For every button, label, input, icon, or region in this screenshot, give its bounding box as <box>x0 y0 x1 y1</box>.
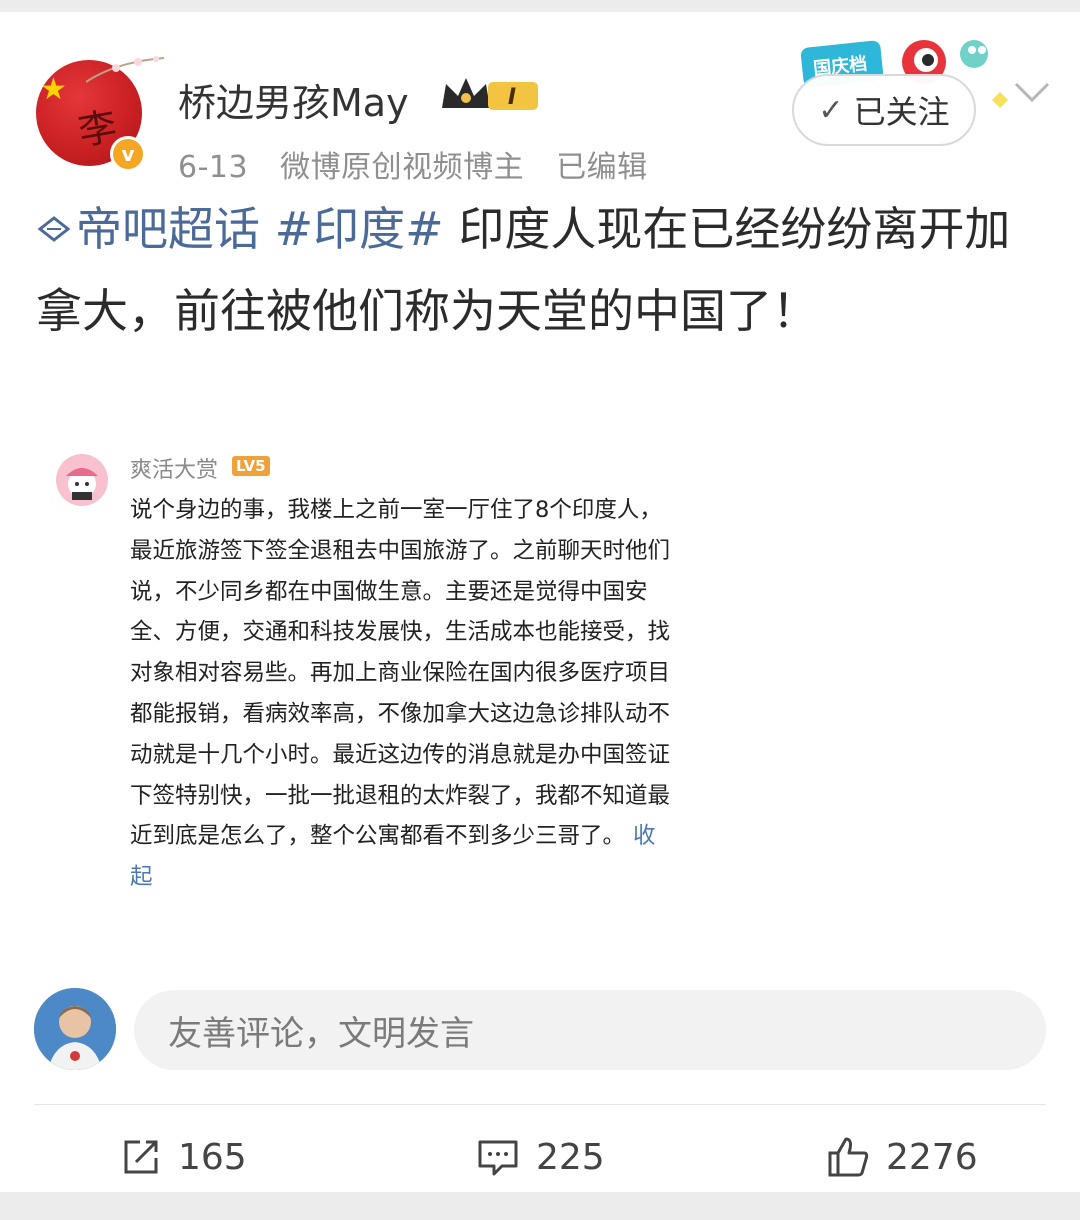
repost-icon <box>124 1140 158 1174</box>
embedded-screenshot-image[interactable]: 爽活大赏 LV5 说个身边的事，我楼上之前一室一厅住了8个印度人，最近旅游签下签… <box>52 442 692 952</box>
author-role: 微博原创视频博主 <box>280 150 525 185</box>
plum-blossom-decoration <box>86 56 165 83</box>
follow-button-label: 已关注 <box>853 93 950 131</box>
weibo-post-card: ★ 李 v 桥边男孩May I 6-13 微博原创视频博主 已编辑 国庆档 ✓ … <box>0 12 1080 1192</box>
supertopic-label: 帝吧超话 <box>76 202 260 256</box>
embedded-username: 爽活大赏 <box>130 458 219 483</box>
comment-count: 225 <box>536 1136 605 1178</box>
comment-placeholder: 友善评论，文明发言 <box>168 1013 474 1054</box>
divider <box>34 1104 1046 1105</box>
hashtag-link[interactable]: #印度# <box>275 202 444 256</box>
like-count: 2276 <box>886 1136 978 1178</box>
embedded-avatar <box>56 454 108 506</box>
supertopic-link[interactable]: 帝吧超话 <box>36 202 260 256</box>
vip-level-text: I <box>508 85 516 110</box>
post-date: 6-13 <box>178 150 249 185</box>
follow-button[interactable]: ✓ 已关注 <box>792 74 976 146</box>
author-avatar[interactable]: ★ 李 v <box>36 56 165 172</box>
star-icon: ★ <box>40 72 67 107</box>
verified-badge-icon: v <box>110 136 146 172</box>
check-icon: ✓ <box>818 92 844 128</box>
embedded-body: 说个身边的事，我楼上之前一室一厅住了8个印度人，最近旅游签下签全退租去中国旅游了… <box>130 490 674 898</box>
comment-icon <box>478 1140 518 1176</box>
current-user-avatar[interactable] <box>34 988 116 1070</box>
thumbs-up-icon <box>828 1137 869 1177</box>
vip-crown-badge-icon[interactable]: I <box>438 72 542 116</box>
comment-button[interactable]: 225 <box>476 1132 605 1182</box>
post-body: 帝吧超话 #印度# 印度人现在已经纷纷离开加拿大，前往被他们称为天堂的中国了！ <box>36 188 1046 352</box>
like-button[interactable]: 2276 <box>826 1132 978 1182</box>
repost-button[interactable]: 165 <box>120 1132 247 1182</box>
comment-input[interactable]: 友善评论，文明发言 <box>134 990 1046 1070</box>
repost-count: 165 <box>178 1136 247 1178</box>
author-username[interactable]: 桥边男孩May <box>178 72 409 127</box>
diamond-icon <box>37 215 71 242</box>
level-badge: LV5 <box>232 456 270 476</box>
post-meta: 6-13 微博原创视频博主 已编辑 <box>178 142 670 186</box>
edited-label[interactable]: 已编辑 <box>556 150 648 185</box>
chevron-down-icon[interactable] <box>1010 76 1054 108</box>
embedded-text: 说个身边的事，我楼上之前一室一厅住了8个印度人，最近旅游签下签全退租去中国旅游了… <box>130 497 671 850</box>
